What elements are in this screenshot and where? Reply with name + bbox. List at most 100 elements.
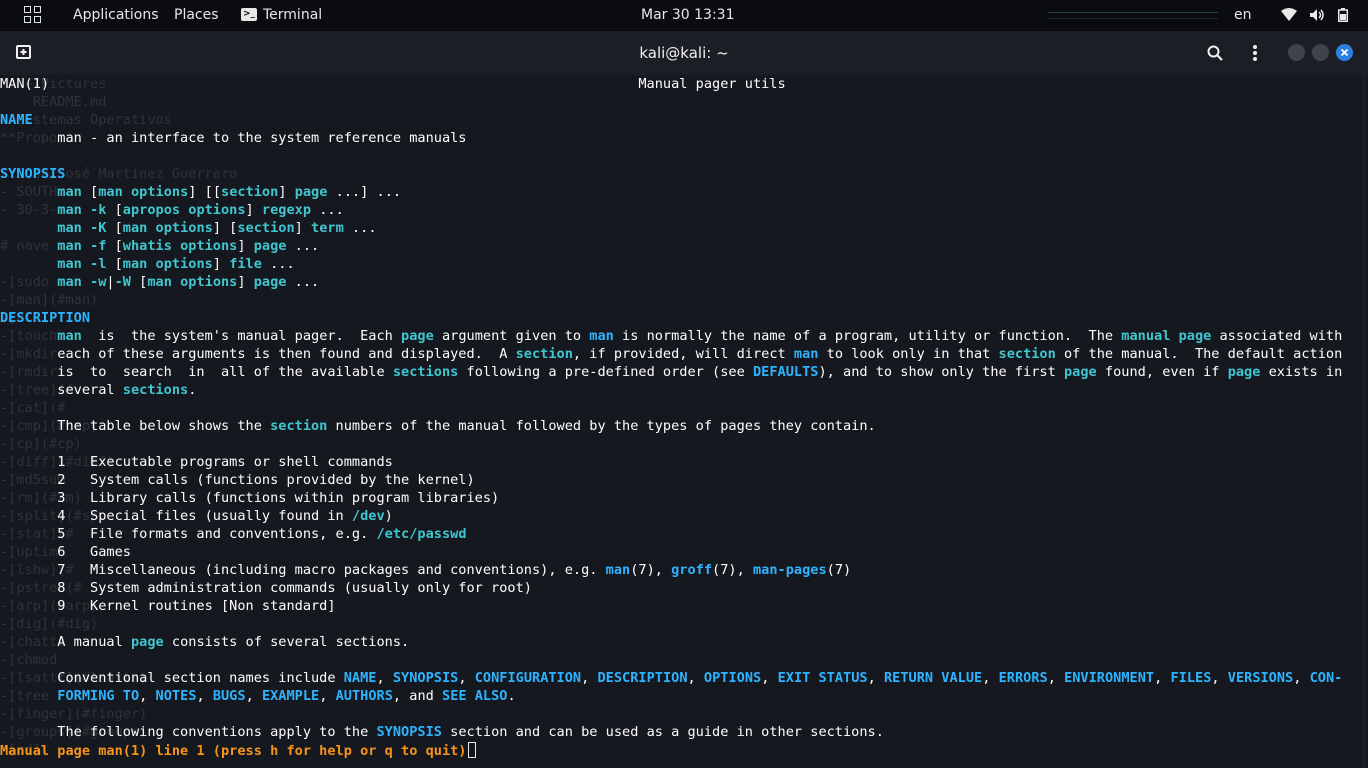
window-title: kali@kali: ~ bbox=[639, 44, 729, 62]
bold-keyword: groff bbox=[671, 562, 713, 578]
bold-keyword: CON- bbox=[1309, 670, 1343, 686]
new-tab-icon[interactable] bbox=[16, 45, 31, 59]
plain-text: 2 System calls (functions provided by th… bbox=[0, 472, 475, 488]
bold-keyword: DEFAULTS bbox=[752, 364, 819, 380]
plain-text: is to search in all of the available bbox=[0, 364, 393, 380]
man-line: The following conventions apply to the S… bbox=[0, 723, 1368, 741]
man-line bbox=[0, 93, 1368, 111]
applications-menu[interactable]: Applications bbox=[73, 0, 159, 31]
terminal-app-menu[interactable]: >_ Terminal bbox=[241, 0, 322, 31]
highlighted-term: -W bbox=[114, 274, 131, 290]
places-menu[interactable]: Places bbox=[174, 0, 219, 31]
man-line bbox=[0, 435, 1368, 453]
man-line bbox=[0, 291, 1368, 309]
plain-text: . bbox=[507, 688, 516, 704]
bold-keyword: NAME bbox=[343, 670, 377, 686]
man-line: man -l [man options] file ... bbox=[0, 255, 1368, 273]
plain-text bbox=[0, 274, 57, 290]
plain-text: (7) bbox=[826, 562, 852, 578]
battery-icon[interactable] bbox=[1338, 8, 1348, 22]
plain-text: ) bbox=[384, 508, 393, 524]
highlighted-term: section bbox=[270, 418, 328, 434]
bold-keyword: EXAMPLE bbox=[261, 688, 320, 704]
plain-text: [ bbox=[106, 220, 123, 236]
wifi-icon[interactable] bbox=[1281, 8, 1297, 22]
scrollbar[interactable] bbox=[1362, 75, 1366, 768]
terminal-headerbar: kali@kali: ~ bbox=[0, 31, 1368, 75]
man-line: man -w|-W [man options] page ... bbox=[0, 273, 1368, 291]
plain-text: Conventional section names include bbox=[0, 670, 344, 686]
volume-icon[interactable] bbox=[1309, 8, 1325, 22]
plain-text: , bbox=[867, 670, 884, 686]
man-line: 9 Kernel routines [Non standard] bbox=[0, 597, 1368, 615]
plain-text: , bbox=[319, 688, 336, 704]
terminal-view[interactable]: ~/Pictures README.md # Sistemas Operativo… bbox=[0, 75, 1368, 768]
plain-text: 4 Special files (usually found in bbox=[0, 508, 352, 524]
plain-text: , bbox=[1211, 670, 1228, 686]
highlighted-term: page bbox=[130, 634, 164, 650]
close-icon[interactable] bbox=[1336, 44, 1353, 61]
plain-text: (7), bbox=[712, 562, 753, 578]
bold-keyword: SEE ALSO bbox=[442, 688, 508, 704]
man-line bbox=[0, 651, 1368, 669]
bold-keyword: man bbox=[793, 346, 819, 362]
plain-text: ] bbox=[237, 274, 254, 290]
man-line: SYNOPSIS bbox=[0, 165, 1368, 183]
bold-keyword: OPTIONS bbox=[703, 670, 762, 686]
highlighted-term: page bbox=[253, 238, 287, 254]
search-icon[interactable] bbox=[1207, 45, 1223, 61]
bold-keyword: man bbox=[589, 328, 614, 344]
plain-text: following a pre-defined order (see bbox=[458, 364, 753, 380]
plain-text: ] bbox=[237, 238, 254, 254]
plain-text: exists in bbox=[1260, 364, 1343, 380]
clock[interactable]: Mar 30 13:31 bbox=[641, 0, 734, 31]
menu-dots-icon[interactable] bbox=[1252, 44, 1258, 62]
plain-text: | bbox=[106, 274, 115, 290]
highlighted-term: section bbox=[237, 220, 295, 236]
highlighted-term: manual page bbox=[1121, 328, 1212, 344]
highlighted-term: man -K bbox=[57, 220, 107, 236]
bold-keyword: NAME bbox=[0, 112, 33, 128]
highlighted-term: man options bbox=[122, 220, 213, 236]
man-line: MAN(1) Manual pager utils MAN(1) bbox=[0, 75, 1368, 93]
plain-text bbox=[0, 328, 57, 344]
plain-text: is the system's manual pager. Each bbox=[81, 328, 402, 344]
plain-text: , bbox=[196, 688, 213, 704]
plain-text: ] bbox=[212, 256, 230, 272]
plain-text: , bbox=[139, 688, 156, 704]
plain-text: ] [[ bbox=[188, 184, 222, 200]
man-line: is to search in all of the available sec… bbox=[0, 363, 1368, 381]
status-text: Manual page man(1) line 1 (press h for h… bbox=[0, 743, 467, 759]
man-line: man -K [man options] [section] term ... bbox=[0, 219, 1368, 237]
plain-text: MAN(1) Manual pager utils MAN(1) bbox=[0, 76, 1368, 92]
plain-text: , bbox=[581, 670, 598, 686]
plain-text: found, even if bbox=[1096, 364, 1228, 380]
highlighted-term: man options bbox=[98, 184, 189, 200]
man-line: Conventional section names include NAME,… bbox=[0, 669, 1368, 687]
plain-text bbox=[0, 220, 57, 236]
plain-text: man - an interface to the system referen… bbox=[0, 130, 467, 146]
highlighted-term: man options bbox=[122, 256, 213, 272]
plain-text: 8 System administration commands (usuall… bbox=[0, 580, 532, 596]
minimize-icon[interactable] bbox=[1288, 44, 1305, 61]
pager-status-line: Manual page man(1) line 1 (press h for h… bbox=[0, 742, 476, 760]
highlighted-term: page bbox=[1063, 364, 1097, 380]
plain-text: ...] ... bbox=[327, 184, 402, 200]
apps-grid-icon[interactable] bbox=[24, 6, 42, 24]
plain-text: , bbox=[245, 688, 262, 704]
bold-keyword: NOTES bbox=[155, 688, 197, 704]
plain-text: , bbox=[1293, 670, 1310, 686]
plain-text: The following conventions apply to the bbox=[0, 724, 377, 740]
bold-keyword: SYNOPSIS bbox=[376, 724, 442, 740]
plain-text: [ bbox=[81, 184, 99, 200]
text-cursor bbox=[467, 742, 476, 758]
bold-keyword: AUTHORS bbox=[335, 688, 393, 704]
man-line: man [man options] [[section] page ...] .… bbox=[0, 183, 1368, 201]
plain-text: ... bbox=[311, 202, 344, 218]
maximize-icon[interactable] bbox=[1312, 44, 1329, 61]
plain-text: [ bbox=[106, 256, 123, 272]
language-indicator[interactable]: en bbox=[1234, 0, 1252, 31]
highlighted-term: man bbox=[57, 184, 82, 200]
plain-text: (7), bbox=[630, 562, 672, 578]
plain-text: , bbox=[1154, 670, 1171, 686]
